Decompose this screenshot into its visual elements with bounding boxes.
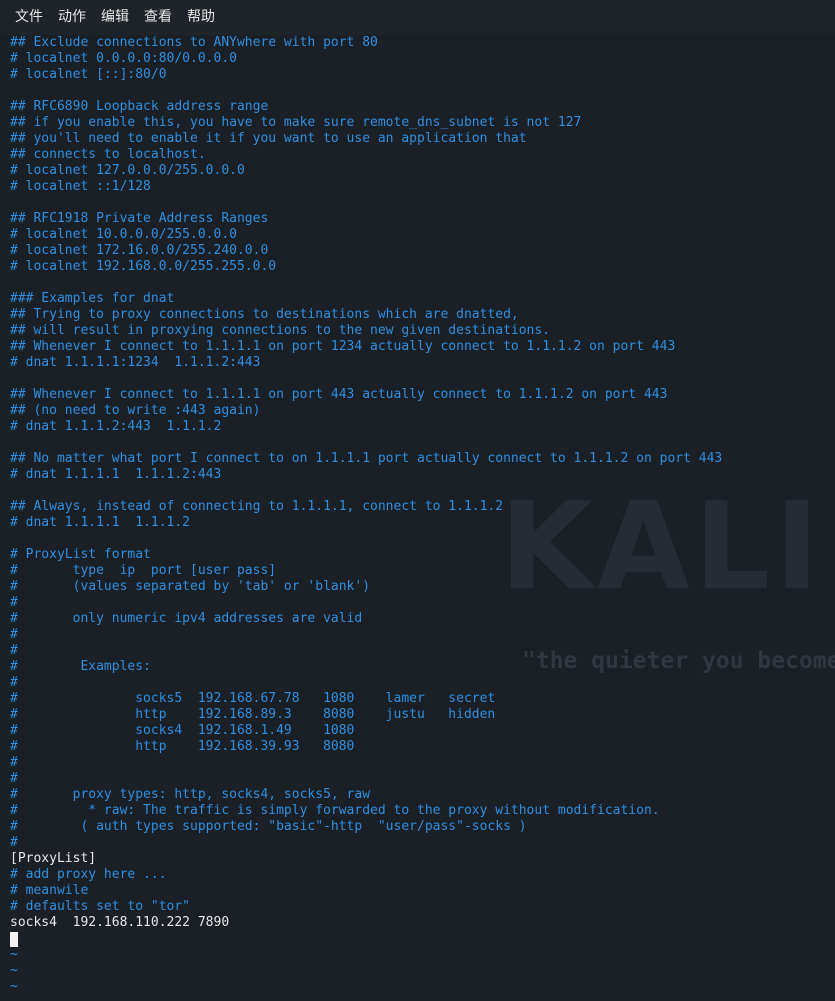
config-line [10, 371, 835, 387]
menu-help[interactable]: 帮助 [180, 0, 222, 35]
config-line: ### Examples for dnat [10, 291, 175, 306]
config-line: # localnet 172.16.0.0/255.240.0.0 [10, 243, 269, 258]
config-line [10, 275, 835, 291]
config-line: # dnat 1.1.1.1 1.1.1.2 [10, 515, 191, 530]
config-line: ## Trying to proxy connections to destin… [10, 307, 519, 322]
menu-view[interactable]: 查看 [137, 0, 179, 35]
config-line: # ( auth types supported: "basic"-http "… [10, 819, 527, 834]
config-line [10, 435, 835, 451]
config-line: # localnet 127.0.0.0/255.0.0.0 [10, 163, 245, 178]
config-line: # [10, 675, 18, 690]
config-line: ## RFC6890 Loopback address range [10, 99, 269, 114]
config-line: ## RFC1918 Private Address Ranges [10, 211, 269, 226]
config-line: # [10, 755, 18, 770]
config-line: ## you'll need to enable it if you want … [10, 131, 527, 146]
config-line: # (values separated by 'tab' or 'blank') [10, 579, 371, 594]
config-line: ## if you enable this, you have to make … [10, 115, 582, 130]
config-line [10, 83, 835, 99]
config-line: # Examples: [10, 659, 151, 674]
terminal-text-area[interactable]: ## Exclude connections to ANYwhere with … [10, 35, 835, 1001]
config-line: # localnet 192.168.0.0/255.255.0.0 [10, 259, 277, 274]
menu-file[interactable]: 文件 [8, 0, 50, 35]
config-line: # proxy types: http, socks4, socks5, raw [10, 787, 371, 802]
config-line: # dnat 1.1.1.1 1.1.1.2:443 [10, 467, 222, 482]
config-line: ## will result in proxying connections t… [10, 323, 551, 338]
config-line: # localnet 10.0.0.0/255.0.0.0 [10, 227, 237, 242]
empty-line-marker: ~ [10, 963, 18, 978]
config-line: # meanwile [10, 883, 89, 898]
config-line: # socks5 192.168.67.78 1080 lamer secret [10, 691, 496, 706]
config-line: # http 192.168.39.93 8080 [10, 739, 355, 754]
config-line: ## Always, instead of connecting to 1.1.… [10, 499, 504, 514]
config-line: [ProxyList] [10, 851, 97, 866]
config-line: ## No matter what port I connect to on 1… [10, 451, 723, 466]
config-line: # [10, 627, 18, 642]
config-line: # http 192.168.89.3 8080 justu hidden [10, 707, 496, 722]
cursor-line [10, 931, 835, 947]
config-line [10, 531, 835, 547]
config-line: ## Whenever I connect to 1.1.1.1 on port… [10, 339, 676, 354]
config-line: # [10, 643, 18, 658]
config-line: # localnet [::]:80/0 [10, 67, 167, 82]
config-line: # ProxyList format [10, 547, 151, 562]
config-line: # * raw: The traffic is simply forwarded… [10, 803, 660, 818]
text-cursor [10, 932, 18, 947]
config-line: ## connects to localhost. [10, 147, 206, 162]
config-line: # [10, 835, 18, 850]
menu-bar: 文件 动作 编辑 查看 帮助 [0, 0, 835, 35]
config-line: # [10, 771, 18, 786]
config-line: # add proxy here ... [10, 867, 167, 882]
empty-line-marker: ~ [10, 947, 18, 962]
menu-action[interactable]: 动作 [51, 0, 93, 35]
config-line: # [10, 595, 18, 610]
config-line: # only numeric ipv4 addresses are valid [10, 611, 363, 626]
config-line: ## Exclude connections to ANYwhere with … [10, 35, 378, 50]
config-line: ## (no need to write :443 again) [10, 403, 261, 418]
config-line: ## Whenever I connect to 1.1.1.1 on port… [10, 387, 668, 402]
config-line: # dnat 1.1.1.1:1234 1.1.1.2:443 [10, 355, 261, 370]
config-line: # defaults set to "tor" [10, 899, 191, 914]
config-line [10, 483, 835, 499]
config-line [10, 195, 835, 211]
empty-line-marker: ~ [10, 979, 18, 994]
config-line: # localnet 0.0.0.0:80/0.0.0.0 [10, 51, 237, 66]
config-line: # type ip port [user pass] [10, 563, 277, 578]
config-line: socks4 192.168.110.222 7890 [10, 915, 230, 930]
config-line: # socks4 192.168.1.49 1080 [10, 723, 355, 738]
menu-edit[interactable]: 编辑 [94, 0, 136, 35]
config-line: # dnat 1.1.1.2:443 1.1.1.2 [10, 419, 222, 434]
config-line: # localnet ::1/128 [10, 179, 151, 194]
